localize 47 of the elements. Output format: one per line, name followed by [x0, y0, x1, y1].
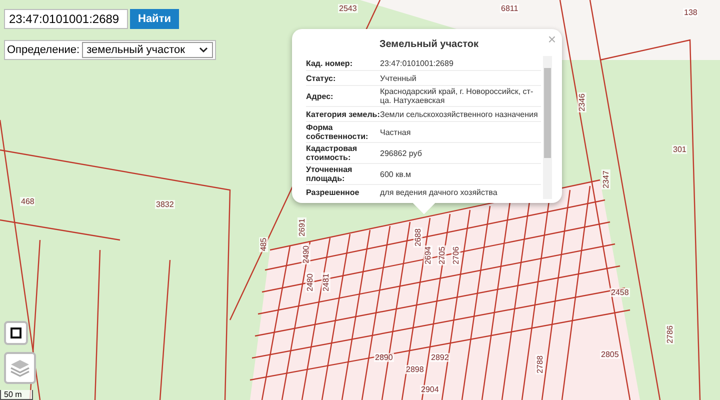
field-label: Кадастровая стоимость:: [306, 144, 358, 162]
cadastral-number-field[interactable]: 23:47:0101001:2689: [4, 9, 128, 29]
field-label: Форма собственности:: [306, 123, 370, 141]
parcel-number: 2786: [665, 324, 674, 344]
field-value: Земли сельскохозяйственного назначения: [380, 110, 539, 118]
parcel-number: 2688: [413, 228, 422, 248]
field-value: 23:47:0101001:2689: [380, 58, 454, 68]
field-label: Адрес:: [306, 92, 334, 100]
parcel-number: 2705: [437, 246, 446, 266]
parcel-number: 2480: [305, 272, 314, 292]
parcel-number: 301: [672, 145, 688, 154]
field-label: Статус:: [306, 74, 337, 82]
parcel-number: 2805: [600, 350, 620, 359]
field-value: Краснодарский край, г. Новороссийск, ст-ца. Натухаевская: [380, 87, 534, 105]
parcel-number: 2694: [423, 246, 432, 266]
field-value: 600 кв.м: [380, 170, 412, 178]
parcel-number: 2543: [338, 4, 358, 13]
parcel-number: 138: [683, 8, 698, 17]
parcel-number: 485: [259, 236, 268, 252]
field-label: Категория земель:: [306, 110, 380, 118]
parcel-number: 2458: [610, 288, 630, 297]
parcel-number: 2347: [601, 170, 610, 190]
parcel-number: 2706: [451, 246, 460, 266]
field-label: Кад. номер:: [306, 58, 354, 68]
parcel-number: 6811: [500, 4, 520, 13]
field-value: Учтенный: [380, 74, 418, 82]
parcel-number: 2904: [420, 385, 440, 394]
parcel-number: 3832: [155, 200, 175, 209]
find-button[interactable]: Найти: [130, 9, 179, 29]
parcel-number: 2490: [301, 244, 310, 264]
definition-label: Определение:: [7, 44, 80, 56]
parcel-number: 2892: [430, 353, 450, 362]
parcel-number: 2481: [321, 272, 330, 292]
popup-title: Земельный участок: [378, 39, 480, 50]
field-label: Разрешенное: [306, 188, 360, 196]
field-value: для ведения дачного хозяйства: [380, 188, 498, 196]
parcel-number: 2346: [577, 92, 586, 112]
field-label: Уточненная площадь:: [306, 165, 354, 183]
parcel-number: 2788: [535, 354, 544, 374]
definition-select[interactable]: земельный участок: [82, 42, 213, 58]
field-value: 296862 руб: [380, 148, 423, 158]
field-value: Частная: [380, 128, 412, 136]
parcel-number: 2691: [297, 218, 306, 238]
parcel-number: 2898: [405, 365, 425, 374]
parcel-number: 2890: [374, 353, 394, 362]
parcel-number: 468: [20, 197, 36, 206]
scale-bar: 50 m: [0, 390, 33, 400]
